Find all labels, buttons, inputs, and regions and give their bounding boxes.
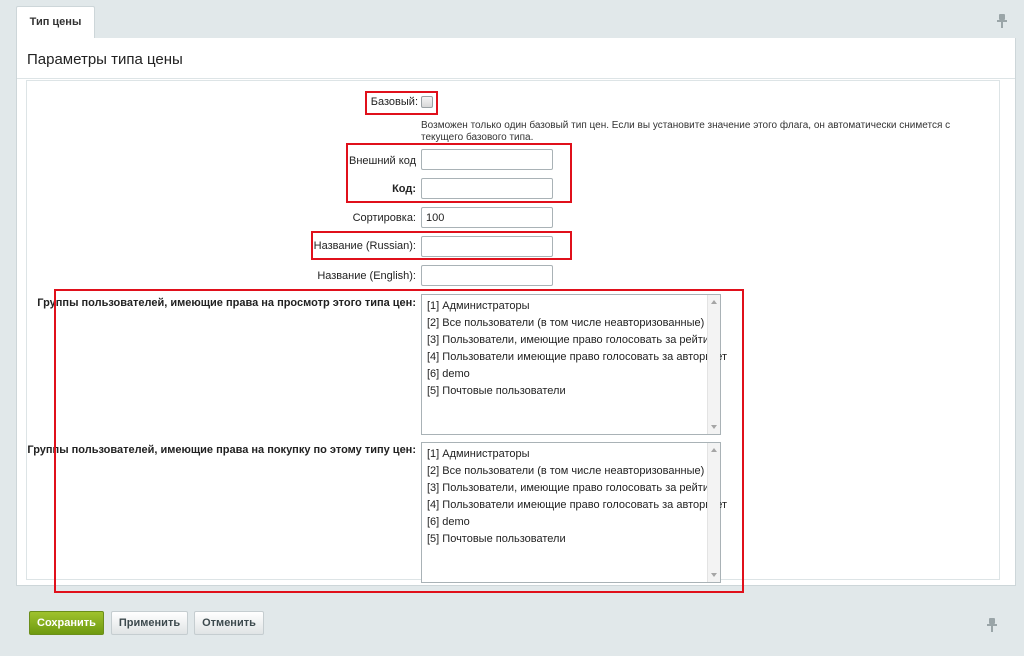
tab-price-type[interactable]: Тип цены: [16, 6, 95, 39]
name-en-label: Название (English):: [317, 270, 416, 282]
sort-label: Сортировка:: [352, 212, 416, 224]
name-en-input[interactable]: [421, 265, 553, 286]
highlight-box: [54, 289, 744, 593]
divider: [17, 78, 1015, 79]
pin-icon[interactable]: [997, 14, 1007, 28]
base-hint: Возможен только один базовый тип цен. Ес…: [421, 120, 951, 143]
pin-icon[interactable]: [987, 618, 997, 632]
panel-title: Параметры типа цены: [27, 51, 183, 68]
apply-button[interactable]: Применить: [111, 611, 188, 635]
sort-input[interactable]: [421, 207, 553, 228]
tab-bar: Тип цены: [8, 0, 1024, 39]
cancel-button[interactable]: Отменить: [194, 611, 264, 635]
highlight-box: [346, 143, 572, 203]
highlight-box: [365, 91, 438, 115]
save-button[interactable]: Сохранить: [29, 611, 104, 635]
highlight-box: [311, 231, 572, 260]
